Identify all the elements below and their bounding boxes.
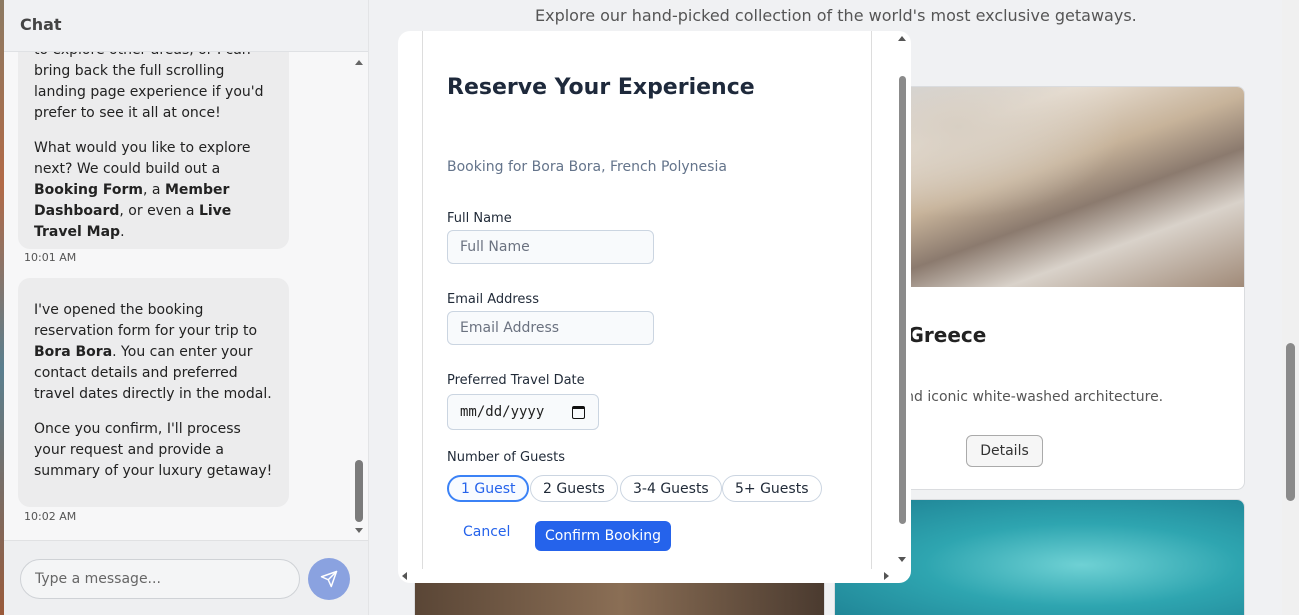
chat-message-paragraph: What would you like to explore next? We … (34, 140, 251, 240)
guest-option-3-4[interactable]: 3-4 Guests (620, 475, 722, 502)
booking-modal: Reserve Your Experience Booking for Bora… (398, 31, 911, 583)
chat-message-paragraph: to explore other areas, or I can bring b… (34, 52, 264, 121)
scroll-up-icon[interactable] (355, 60, 363, 65)
full-name-input[interactable] (447, 230, 654, 264)
scrollbar-thumb[interactable] (355, 460, 363, 522)
cancel-button[interactable]: Cancel (463, 524, 510, 540)
modal-title: Reserve Your Experience (447, 75, 755, 100)
chat-messages[interactable]: to explore other areas, or I can bring b… (4, 52, 368, 540)
guest-option-5-plus[interactable]: 5+ Guests (722, 475, 822, 502)
scroll-left-icon[interactable] (402, 572, 407, 580)
message-input[interactable] (20, 559, 300, 599)
modal-subtitle: Booking for Bora Bora, French Polynesia (447, 159, 727, 175)
calendar-icon[interactable] (572, 406, 585, 419)
travel-date-input[interactable]: mm/dd/yyyy (447, 394, 599, 430)
date-format-text: mm/dd/yyyy (460, 404, 545, 420)
chat-scrollbar[interactable] (354, 60, 364, 536)
chat-message-paragraph: Once you confirm, I'll process your requ… (34, 421, 273, 479)
guests-label: Number of Guests (447, 450, 565, 465)
send-icon (320, 570, 338, 588)
scrollbar-thumb[interactable] (1286, 343, 1295, 501)
email-input[interactable] (447, 311, 654, 345)
scroll-up-icon[interactable] (898, 36, 906, 41)
chat-message: to explore other areas, or I can bring b… (18, 52, 289, 249)
confirm-booking-button[interactable]: Confirm Booking (535, 521, 671, 551)
chat-panel: Chat to explore other areas, or I can br… (0, 0, 369, 615)
details-button[interactable]: Details (966, 435, 1043, 467)
chat-header: Chat (4, 0, 368, 52)
booking-form: Reserve Your Experience Booking for Bora… (422, 31, 872, 569)
email-label: Email Address (447, 292, 539, 307)
modal-horizontal-scrollbar[interactable] (398, 569, 896, 583)
modal-vertical-scrollbar[interactable] (896, 31, 911, 569)
chat-message-paragraph: I've opened the booking reservation form… (34, 302, 272, 402)
guest-option-1[interactable]: 1 Guest (447, 475, 530, 502)
full-name-label: Full Name (447, 211, 512, 226)
guest-option-2[interactable]: 2 Guests (530, 475, 618, 502)
chat-composer (4, 540, 368, 615)
send-button[interactable] (308, 558, 350, 600)
scroll-down-icon[interactable] (898, 557, 906, 562)
page-scrollbar[interactable] (1282, 0, 1299, 615)
scroll-right-icon[interactable] (884, 572, 889, 580)
chat-message: I've opened the booking reservation form… (18, 278, 289, 507)
scrollbar-thumb[interactable] (899, 76, 906, 524)
scroll-down-icon[interactable] (355, 528, 363, 533)
travel-date-label: Preferred Travel Date (447, 373, 585, 388)
page-tagline: Explore our hand-picked collection of th… (535, 6, 1137, 25)
message-timestamp: 10:02 AM (24, 510, 77, 523)
message-timestamp: 10:01 AM (24, 251, 77, 264)
chat-title: Chat (20, 15, 62, 34)
